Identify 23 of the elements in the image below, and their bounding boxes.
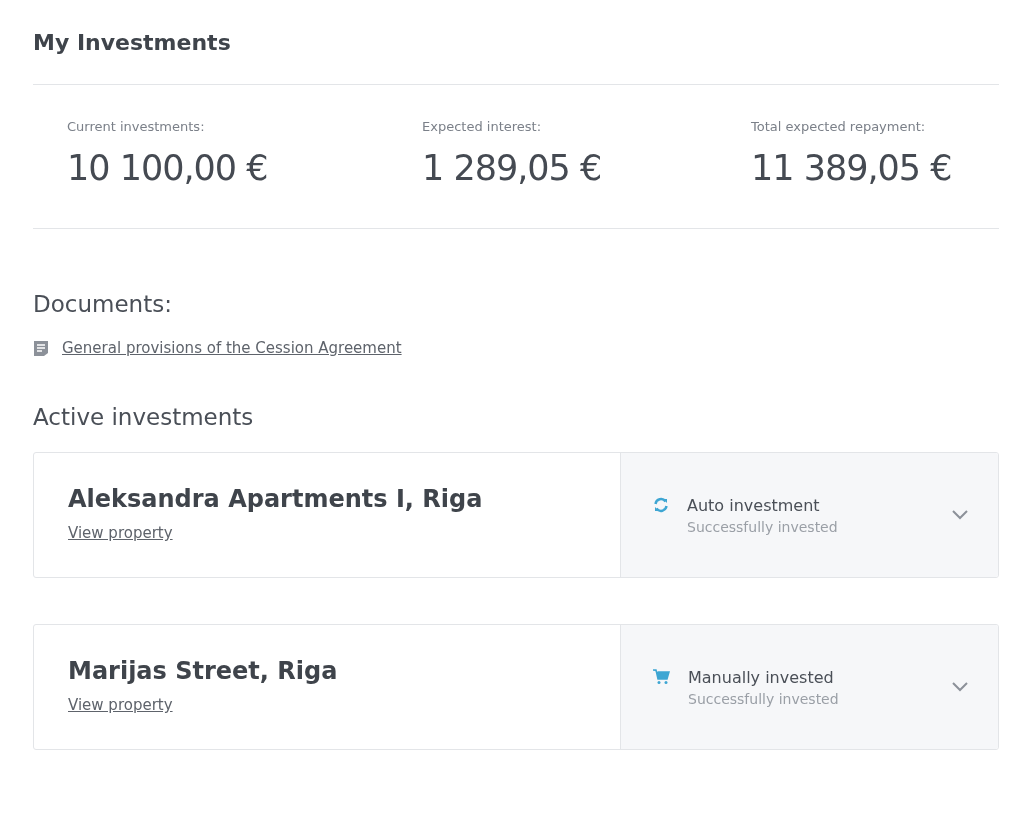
shopping-cart-icon <box>653 669 670 685</box>
investment-type: Auto investment <box>687 495 821 515</box>
page-title: My Investments <box>33 28 232 57</box>
investment-status: Successfully invested <box>688 690 840 707</box>
view-property-link[interactable]: View property <box>68 524 173 542</box>
stat-label: Total expected repayment: <box>751 119 927 134</box>
chevron-down-icon[interactable] <box>952 682 968 692</box>
property-name: Aleksandra Apartments I, Riga <box>68 485 484 513</box>
document-icon <box>33 339 49 357</box>
property-name: Marijas Street, Riga <box>68 657 339 685</box>
view-property-link[interactable]: View property <box>68 696 173 714</box>
stat-value: 11 389,05 € <box>751 148 953 188</box>
stat-label: Current investments: <box>67 119 206 134</box>
investment-type: Manually invested <box>688 667 835 687</box>
refresh-icon <box>653 497 669 513</box>
section-heading: Active investments <box>33 404 255 430</box>
document-link[interactable]: General provisions of the Cession Agreement <box>62 339 402 357</box>
stat-value: 1 289,05 € <box>422 148 603 188</box>
stat-label: Expected interest: <box>422 119 543 134</box>
section-heading: Documents: <box>33 291 173 317</box>
chevron-down-icon[interactable] <box>952 510 968 520</box>
investment-status: Successfully invested <box>687 518 839 535</box>
stat-value: 10 100,00 € <box>67 148 269 188</box>
